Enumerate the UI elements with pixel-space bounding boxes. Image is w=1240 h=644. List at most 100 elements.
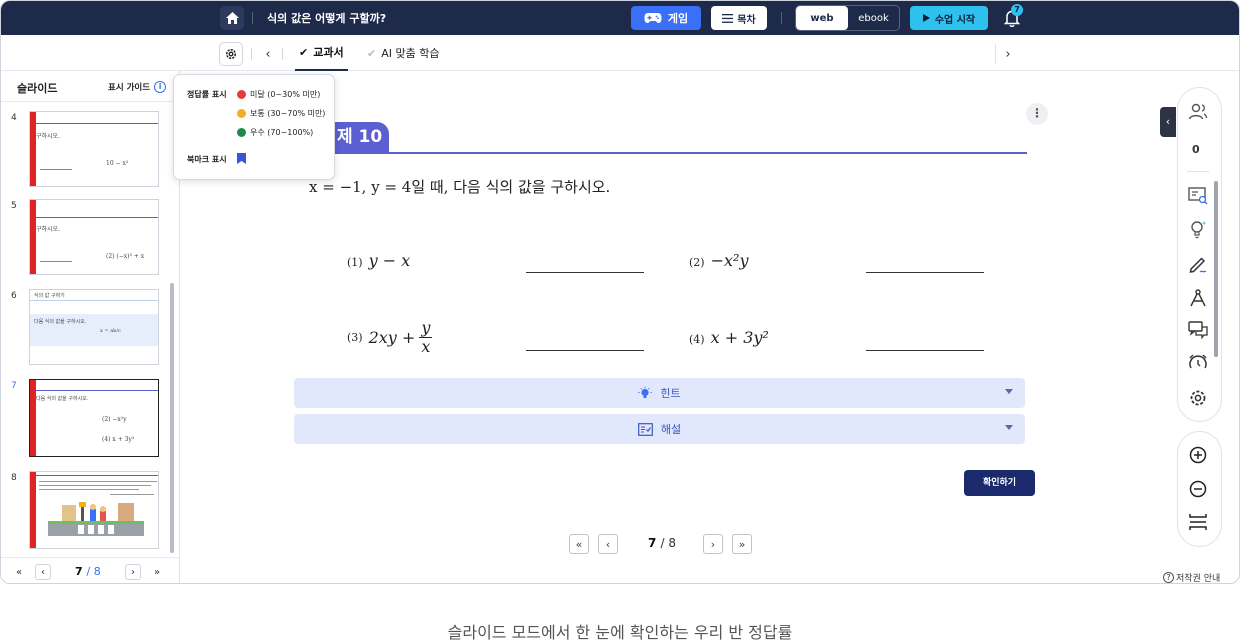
collapse-panel-button[interactable]: ‹: [1160, 107, 1176, 137]
fit-height-icon[interactable]: [1187, 511, 1209, 533]
display-guide-label: 표시 가이드: [108, 83, 151, 93]
first-page-button[interactable]: «: [569, 534, 589, 554]
check-answer-button[interactable]: 확인하기: [964, 470, 1035, 496]
home-icon: [225, 12, 239, 24]
start-class-label: 수업 시작: [934, 14, 976, 26]
display-guide-popup: 정답률 표시 미달 (0~30% 미만) 보통 (30~70% 미만) 우수 (…: [173, 74, 335, 180]
tab-prev-button[interactable]: ‹: [259, 43, 277, 65]
tab-ai-learning[interactable]: ✔ AI 맞춤 학습: [367, 35, 439, 71]
answer-field-4[interactable]: [866, 350, 984, 351]
divider: [36, 475, 158, 476]
legend-item: 미달 (0~30% 미만): [237, 89, 320, 100]
mode-ebook-option[interactable]: ebook: [848, 6, 899, 30]
accuracy-marker: [30, 200, 36, 274]
slide-thumbnail-4[interactable]: 구하시오. 10 − x²: [29, 111, 159, 187]
accuracy-marker: [30, 380, 36, 456]
slide-text: 10 − x²: [106, 160, 129, 167]
student-count: 0: [1192, 143, 1200, 156]
toc-button[interactable]: 목차: [711, 6, 767, 30]
legend-label: 우수 (70~100%): [250, 128, 314, 137]
copyright-link[interactable]: ? 저작권 안내: [1163, 571, 1221, 584]
game-label: 게임: [667, 12, 689, 25]
divider: [995, 44, 996, 64]
slide-text: (2) (−x)³ + x: [106, 253, 145, 260]
more-options-button[interactable]: ⋮: [1026, 103, 1048, 125]
gamepad-icon: [644, 13, 662, 23]
status-dot: [237, 90, 246, 99]
check-icon: ✔: [367, 46, 377, 60]
display-guide-button[interactable]: 표시 가이드 i: [108, 81, 167, 93]
settings-button[interactable]: [219, 42, 243, 66]
current-page: 7: [75, 565, 83, 578]
lesson-title: 식의 값은 어떻게 구할까?: [267, 12, 387, 25]
timer-icon[interactable]: [1187, 352, 1209, 374]
pen-icon[interactable]: [1187, 253, 1209, 275]
hint-accordion[interactable]: 힌트: [294, 378, 1025, 408]
slide-number: 6: [11, 291, 17, 301]
lightbulb-icon: [638, 386, 653, 398]
tab-ai-label: AI 맞춤 학습: [381, 47, 440, 60]
start-class-button[interactable]: 수업 시작: [910, 6, 988, 30]
total-pages: / 8: [86, 565, 101, 578]
accuracy-marker: [30, 472, 36, 548]
zoom-out-icon[interactable]: [1187, 478, 1209, 500]
first-page-button[interactable]: «: [11, 564, 27, 580]
problem-number: (3): [347, 331, 363, 344]
next-page-button[interactable]: ›: [703, 534, 723, 554]
next-page-button[interactable]: ›: [125, 564, 141, 580]
slide-number: 4: [11, 113, 17, 123]
problem-number: (2): [689, 256, 705, 269]
tool-panel-scrollbar[interactable]: [1214, 181, 1218, 357]
solution-accordion[interactable]: 해설: [294, 414, 1025, 444]
question-divider: [301, 152, 1027, 154]
sub-toolbar: ‹ ✔ 교과서 ✔ AI 맞춤 학습 ›: [1, 35, 1239, 71]
slide-text: (4) x + 3y²: [102, 436, 135, 443]
prev-page-button[interactable]: ‹: [35, 564, 51, 580]
caption-text: 슬라이드 모드에서 한 눈에 확인하는 우리 반 정답률: [447, 623, 793, 642]
mode-web-option[interactable]: web: [796, 6, 848, 30]
students-icon[interactable]: [1187, 101, 1209, 123]
slide-thumbnail-8[interactable]: [29, 471, 159, 549]
slide-thumbnail-6[interactable]: 식의 값 구하기 다음 식의 값을 구하시오. x = ab/c: [29, 289, 159, 365]
text-line: [39, 481, 157, 482]
sidebar-scrollbar[interactable]: [170, 283, 174, 553]
prev-page-button[interactable]: ‹: [598, 534, 618, 554]
info-icon: i: [154, 81, 167, 93]
play-icon: [922, 14, 930, 22]
tab-textbook[interactable]: ✔ 교과서: [295, 35, 348, 71]
slide-thumbnail-7[interactable]: 다음 식의 값을 구하시오. (2) −x²y (4) x + 3y²: [29, 379, 159, 457]
current-page: 7: [648, 536, 657, 550]
slide-number: 8: [11, 473, 17, 483]
copyright-label: 저작권 안내: [1176, 574, 1221, 584]
legend-label: 보통 (30~70% 미만): [250, 109, 326, 118]
divider: [36, 123, 158, 124]
last-page-button[interactable]: »: [149, 564, 165, 580]
problem-number: (1): [347, 256, 363, 269]
slide-number: 5: [11, 201, 17, 211]
lightbulb-icon[interactable]: [1187, 218, 1209, 240]
slide-text: x = ab/c: [100, 328, 121, 334]
slide-thumbnail-5[interactable]: 구하시오. (2) (−x)³ + x: [29, 199, 159, 275]
problem-3: (3) 2xy + y x: [347, 319, 433, 356]
tab-next-button[interactable]: ›: [999, 43, 1017, 65]
divider: [36, 390, 158, 391]
answer-field-2[interactable]: [866, 272, 984, 273]
slide-sidebar: 슬라이드 표시 가이드 i 4 구하시오. 10 − x² 5 구하시오. (2…: [1, 71, 180, 583]
chevron-down-icon: [1005, 389, 1013, 394]
gear-icon[interactable]: [1187, 387, 1209, 409]
compass-icon[interactable]: [1187, 287, 1209, 309]
answer-field-3[interactable]: [526, 350, 644, 351]
game-button[interactable]: 게임: [631, 6, 701, 30]
problem-2: (2) −x²y: [689, 251, 748, 270]
answer-field-1[interactable]: [526, 272, 644, 273]
zoom-in-icon[interactable]: [1187, 444, 1209, 466]
home-button[interactable]: [220, 6, 244, 30]
fraction: y x: [419, 319, 433, 356]
last-page-button[interactable]: »: [732, 534, 752, 554]
legend-item: 우수 (70~100%): [237, 127, 313, 138]
screen-search-icon[interactable]: [1187, 185, 1209, 207]
top-bar: 식의 값은 어떻게 구할까? 게임 목차 web ebook 수업 시작 7: [1, 1, 1239, 35]
chat-icon[interactable]: [1187, 319, 1209, 341]
accuracy-legend-label: 정답률 표시: [187, 90, 227, 99]
divider: [251, 48, 252, 60]
